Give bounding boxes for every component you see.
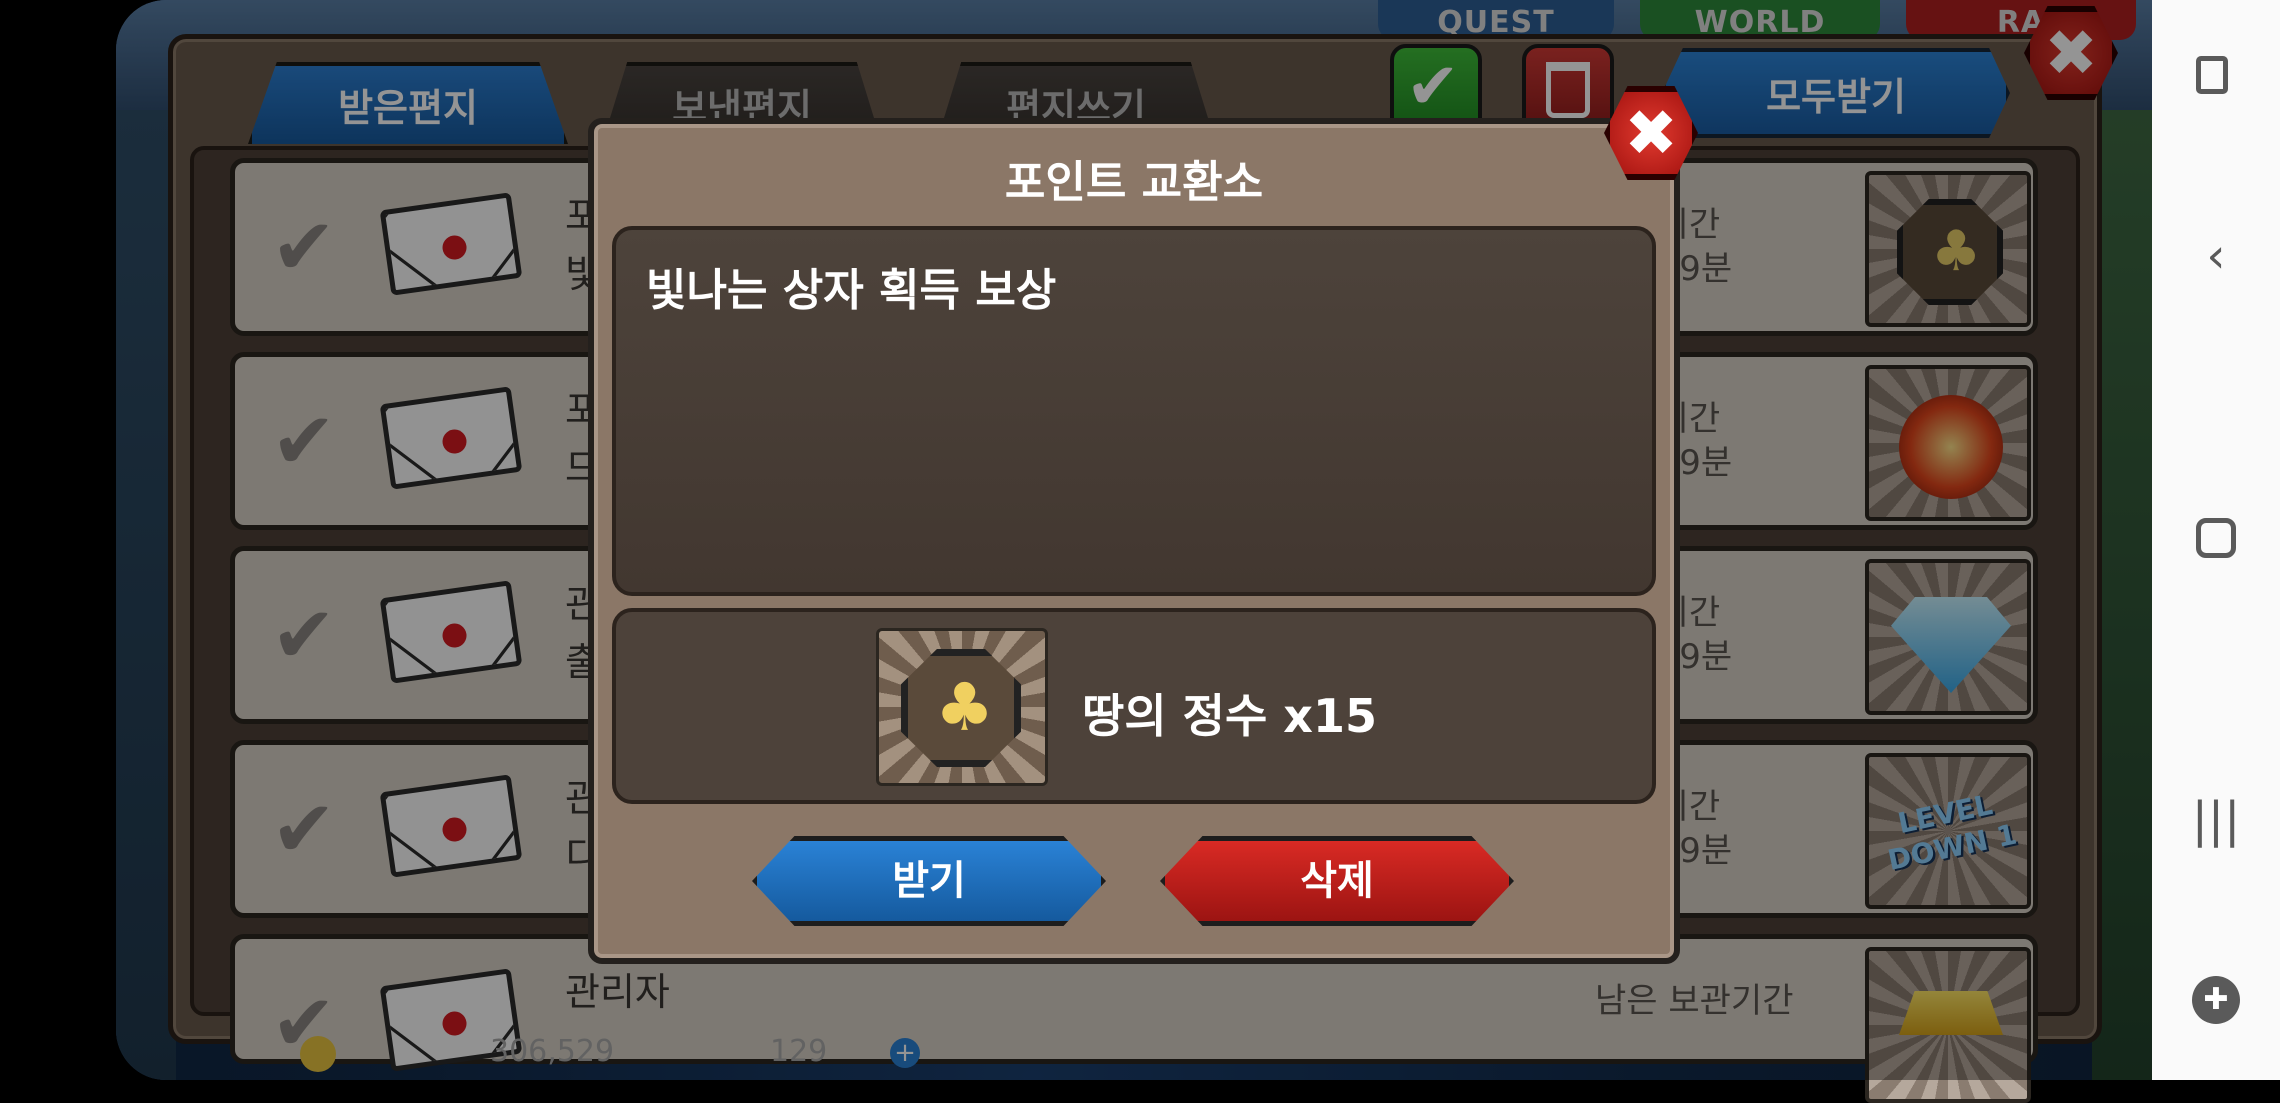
back-icon[interactable]: ‹ bbox=[2186, 226, 2246, 286]
receive-button[interactable]: 받기 bbox=[752, 836, 1106, 926]
game-tools-icon[interactable]: ✚ bbox=[2186, 970, 2246, 1030]
delete-button[interactable]: 삭제 bbox=[1160, 836, 1514, 926]
earth-essence-icon: ♣ bbox=[876, 628, 1048, 786]
dialog-title: 포인트 교환소 bbox=[1004, 157, 1264, 208]
touch-lock-icon[interactable] bbox=[2186, 48, 2246, 108]
recents-icon[interactable]: ||| bbox=[2186, 790, 2246, 850]
dialog-message: 빛나는 상자 획득 보상 bbox=[646, 265, 1057, 316]
home-icon[interactable] bbox=[2186, 508, 2246, 568]
reward-item-name: 땅의 정수 x15 bbox=[1082, 689, 1377, 743]
